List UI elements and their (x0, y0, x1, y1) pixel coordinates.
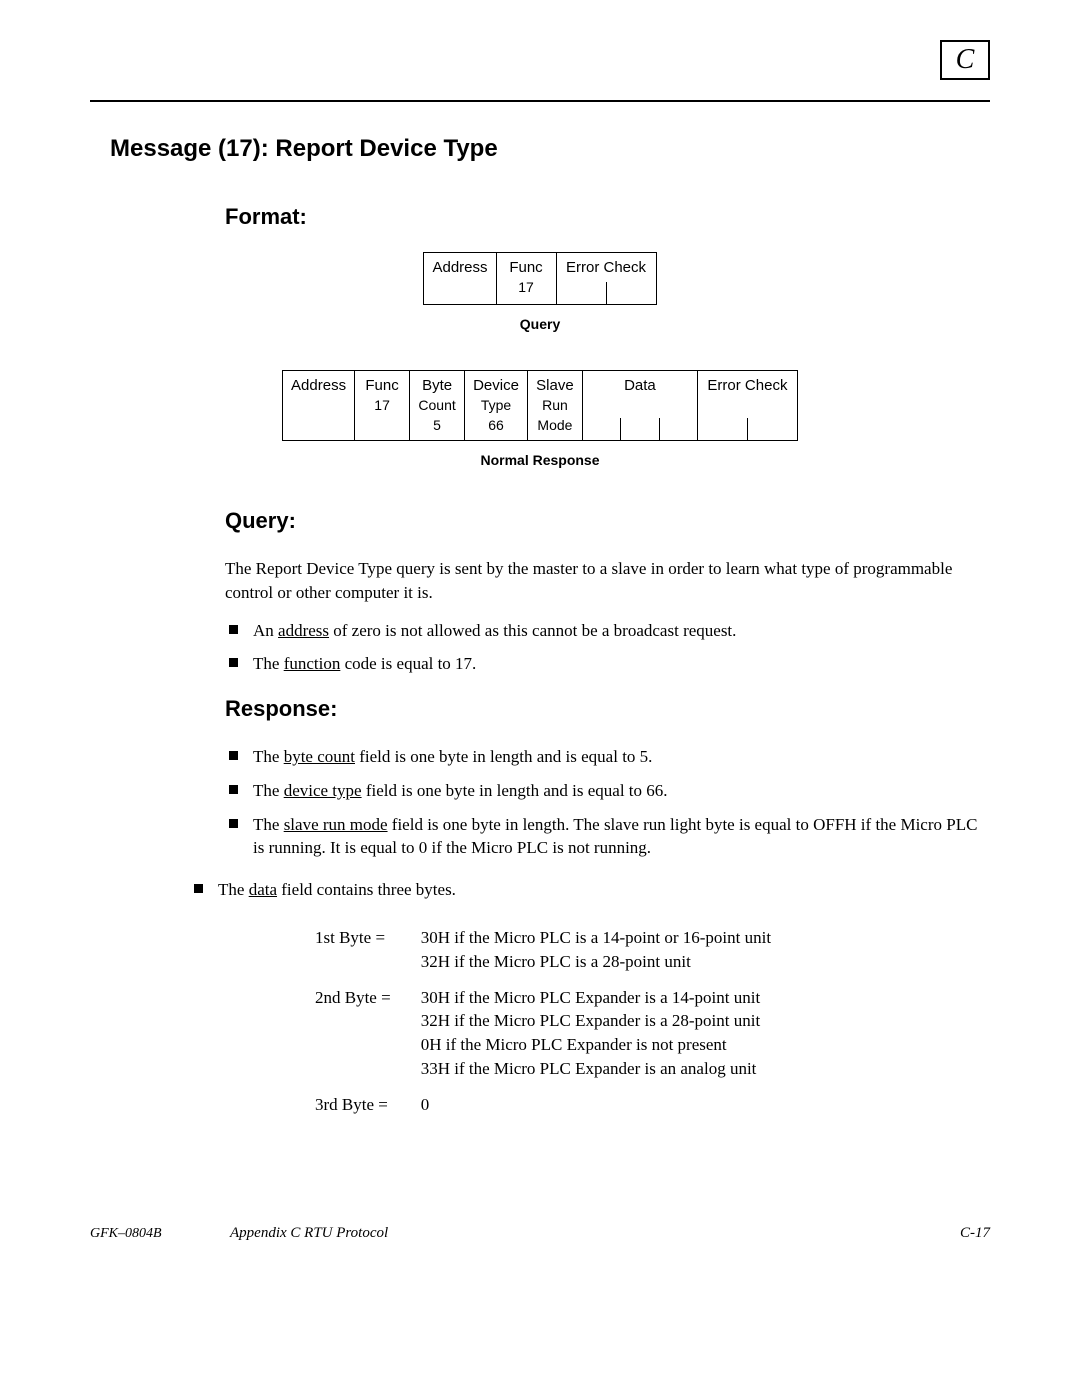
cell-errorcheck: Error Check (566, 259, 646, 276)
list-item: The device type field is one byte in len… (225, 779, 990, 803)
page-footer: GFK–0804B Appendix C RTU Protocol C-17 (90, 1223, 990, 1244)
list-item: The byte count field is one byte in leng… (225, 745, 990, 769)
appendix-corner-box: C (940, 40, 990, 80)
table-row: 1st Byte = 30H if the Micro PLC is a 14-… (315, 920, 791, 980)
cell-data: Data (624, 377, 656, 394)
query-heading: Query: (225, 506, 990, 537)
cell-address: Address (291, 377, 346, 394)
list-item: The function code is equal to 17. (225, 652, 990, 676)
cell-errorcheck: Error Check (707, 377, 787, 394)
footer-section: Appendix C RTU Protocol (230, 1223, 960, 1244)
response-caption: Normal Response (90, 451, 990, 471)
footer-page-num: C-17 (960, 1223, 990, 1244)
top-divider (90, 100, 990, 102)
table-row: 3rd Byte = 0 (315, 1087, 791, 1123)
footer-doc-id: GFK–0804B (90, 1224, 230, 1244)
list-item: An address of zero is not allowed as thi… (225, 619, 990, 643)
list-item: The slave run mode field is one byte in … (225, 813, 990, 861)
cell-func: Func (509, 259, 542, 276)
format-heading: Format: (225, 202, 990, 233)
response-packet-diagram: Address Func 17 Byte Count 5 Device Type… (90, 370, 990, 440)
table-row: 2nd Byte = 30H if the Micro PLC Expander… (315, 980, 791, 1087)
response-heading: Response: (225, 694, 990, 725)
cell-address: Address (432, 259, 487, 276)
query-packet-diagram: Address Func 17 Error Check (90, 252, 990, 305)
query-caption: Query (90, 315, 990, 335)
list-item: The data field contains three bytes. (190, 878, 990, 902)
appendix-letter: C (956, 40, 975, 79)
page-title: Message (17): Report Device Type (110, 132, 990, 166)
query-description: The Report Device Type query is sent by … (225, 557, 990, 605)
data-bytes-table: 1st Byte = 30H if the Micro PLC is a 14-… (315, 920, 791, 1123)
